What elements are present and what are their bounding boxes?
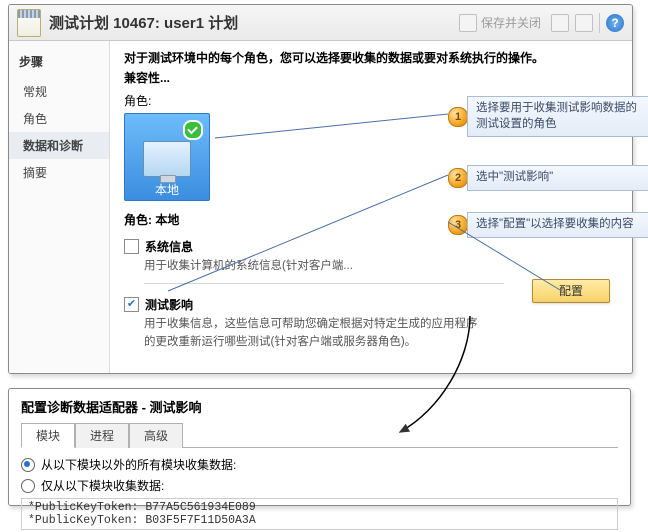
save-and-close-button[interactable]: 保存并关闭: [455, 12, 545, 34]
configure-button[interactable]: 配置: [532, 279, 610, 303]
checkbox-system-info[interactable]: [124, 239, 139, 254]
sidebar-item-summary[interactable]: 摘要: [9, 159, 109, 186]
callout-2-text: 选中"测试影响": [467, 165, 648, 191]
callout-2: 2 选中"测试影响": [448, 165, 648, 191]
sidebar-header: 步骤: [9, 49, 109, 78]
radio-2-label: 仅从以下模块收集数据:: [41, 477, 164, 494]
callout-1: 1 选择要用于收集测试影响数据的测试设置的角色: [448, 96, 648, 137]
sidebar-item-data-diagnostics[interactable]: 数据和诊断: [9, 132, 109, 159]
callout-3: 3 选择"配置"以选择要收集的内容: [448, 212, 648, 238]
option-system-info[interactable]: 系统信息: [124, 238, 618, 255]
titlebar: 测试计划 10467: user1 计划 保存并关闭 ?: [9, 5, 632, 41]
radio-1[interactable]: [21, 458, 35, 472]
monitor-icon: [143, 141, 191, 177]
module-list[interactable]: *PublicKeyToken: B77A5C561934E089 *Publi…: [21, 498, 618, 530]
tab-advanced[interactable]: 高级: [129, 423, 183, 448]
tab-modules[interactable]: 模块: [21, 423, 75, 448]
save-close-icon: [459, 14, 477, 32]
module-entry: *PublicKeyToken: B03F5F7F11D50A3A: [28, 514, 611, 527]
configure-adapter-panel: 配置诊断数据适配器 - 测试影响 模块 进程 高级 从以下模块以外的所有模块收集…: [8, 388, 631, 506]
option-test-impact-label: 测试影响: [145, 296, 193, 313]
tab-processes[interactable]: 进程: [75, 423, 129, 448]
callout-3-text: 选择"配置"以选择要收集的内容: [467, 212, 648, 238]
option-system-info-desc: 用于收集计算机的系统信息(针对客户端...: [144, 258, 504, 284]
checkbox-test-impact[interactable]: [124, 297, 139, 312]
badge-3: 3: [448, 215, 468, 235]
tabs: 模块 进程 高级: [21, 422, 618, 448]
main-pane: 对于测试环境中的每个角色，您可以选择要收集的数据或要对系统执行的操作。 兼容性.…: [110, 41, 632, 373]
role-tile-local[interactable]: 本地: [124, 113, 210, 201]
radio-1-label: 从以下模块以外的所有模块收集数据:: [41, 456, 236, 473]
badge-1: 1: [448, 107, 468, 127]
intro-text: 对于测试环境中的每个角色，您可以选择要收集的数据或要对系统执行的操作。: [124, 49, 618, 67]
sidebar-item-general[interactable]: 常规: [9, 78, 109, 105]
toolbar-button-2[interactable]: [575, 14, 593, 32]
module-entry: *PublicKeyToken: B77A5C561934E089: [28, 501, 611, 514]
toolbar-button-1[interactable]: [551, 14, 569, 32]
badge-2: 2: [448, 168, 468, 188]
notepad-icon: [17, 9, 41, 37]
callout-1-text: 选择要用于收集测试影响数据的测试设置的角色: [467, 96, 648, 137]
separator: [599, 13, 600, 33]
sidebar-item-roles[interactable]: 角色: [9, 105, 109, 132]
option-system-info-label: 系统信息: [145, 238, 193, 255]
role-tile-label: 本地: [155, 181, 179, 198]
radio-2[interactable]: [21, 479, 35, 493]
option-test-impact-desc: 用于收集信息，这些信息可帮助您确定根据对特定生成的应用程序的更改重新运行哪些测试…: [144, 316, 484, 359]
page-title: 测试计划 10467: user1 计划: [49, 12, 238, 33]
save-close-label: 保存并关闭: [481, 14, 541, 31]
help-icon[interactable]: ?: [606, 14, 624, 32]
radio-collect-except[interactable]: 从以下模块以外的所有模块收集数据:: [21, 456, 618, 473]
check-icon: [183, 120, 203, 140]
sidebar: 步骤 常规 角色 数据和诊断 摘要: [9, 41, 110, 373]
panel2-title: 配置诊断数据适配器 - 测试影响: [21, 397, 618, 416]
compat-link[interactable]: 兼容性...: [124, 69, 618, 86]
radio-collect-only[interactable]: 仅从以下模块收集数据:: [21, 477, 618, 494]
